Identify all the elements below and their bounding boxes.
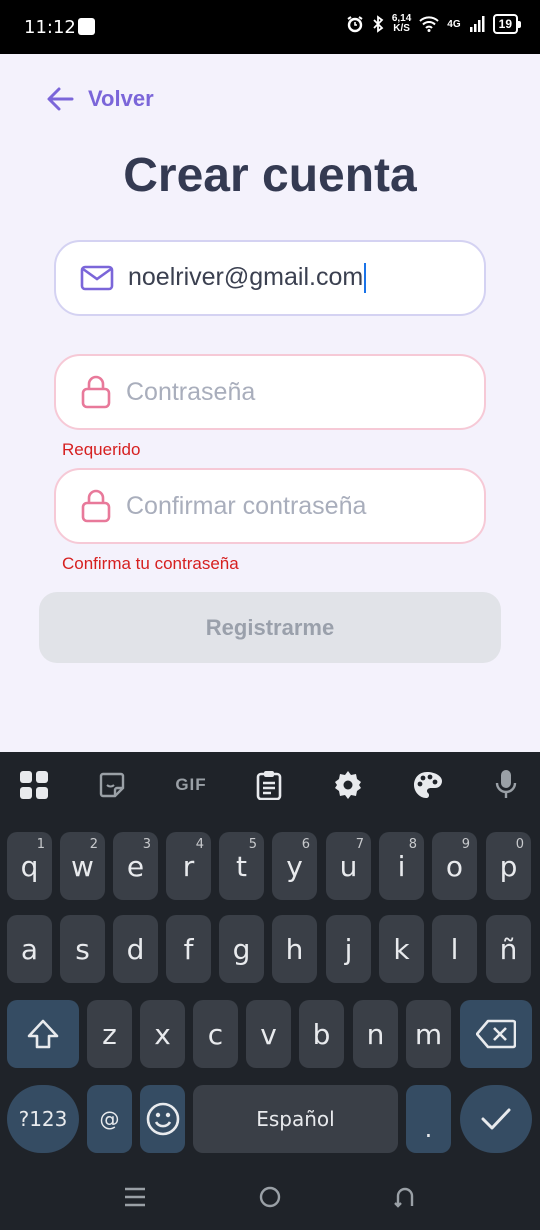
key-h[interactable]: h: [272, 915, 317, 983]
network-type: 4G: [447, 18, 461, 30]
recent-apps-icon[interactable]: [124, 1186, 146, 1208]
bluetooth-icon: [373, 15, 384, 33]
key-v[interactable]: v: [246, 1000, 291, 1068]
key-a[interactable]: a: [7, 915, 52, 983]
period-key[interactable]: .: [406, 1085, 451, 1153]
key-k[interactable]: k: [379, 915, 424, 983]
key-n[interactable]: n: [353, 1000, 398, 1068]
emoji-key[interactable]: [140, 1085, 185, 1153]
register-button[interactable]: Registrarme: [39, 592, 501, 663]
key-u[interactable]: 7u: [326, 832, 371, 900]
gif-icon[interactable]: GIF: [172, 769, 210, 801]
key-n-tilde[interactable]: ñ: [486, 915, 531, 983]
back-button[interactable]: Volver: [46, 86, 154, 112]
key-q[interactable]: 1q: [7, 832, 52, 900]
key-g[interactable]: g: [219, 915, 264, 983]
text-cursor: [364, 263, 367, 294]
network-speed: 6,14 K/S: [391, 13, 412, 34]
email-field[interactable]: noelriver@gmail.com: [54, 240, 486, 316]
key-y[interactable]: 6y: [272, 832, 317, 900]
sticker-icon[interactable]: [96, 769, 128, 801]
key-e[interactable]: 3e: [113, 832, 158, 900]
key-p[interactable]: 0p: [486, 832, 531, 900]
keyboard-toolbar: GIF: [0, 752, 540, 816]
key-f[interactable]: f: [166, 915, 211, 983]
lock-icon: [81, 489, 111, 523]
confirm-password-error: Confirma tu contraseña: [62, 554, 239, 573]
key-z[interactable]: z: [87, 1000, 132, 1068]
status-icons: 6,14 K/S 4G 19: [346, 13, 522, 34]
key-x[interactable]: x: [140, 1000, 185, 1068]
key-d[interactable]: d: [113, 915, 158, 983]
alarm-icon: [347, 16, 363, 33]
wifi-icon: [419, 16, 439, 32]
clipboard-icon[interactable]: [253, 769, 285, 801]
key-l[interactable]: l: [432, 915, 477, 983]
status-bar: 11:12 6,14 K/S 4G 19: [0, 0, 540, 54]
palette-icon[interactable]: [411, 769, 443, 801]
key-j[interactable]: j: [326, 915, 371, 983]
key-m[interactable]: m: [406, 1000, 451, 1068]
notification-icon: [78, 18, 95, 35]
arrow-left-icon: [47, 87, 74, 111]
at-key[interactable]: @: [87, 1085, 132, 1153]
symbols-key[interactable]: ?123: [7, 1085, 79, 1153]
back-label: Volver: [88, 86, 154, 111]
battery-icon: 19: [492, 14, 522, 34]
page-title: Crear cuenta: [123, 149, 417, 202]
navigation-bar: [0, 1168, 540, 1230]
status-time: 11:12: [24, 17, 76, 38]
mail-icon: [80, 265, 114, 291]
key-r[interactable]: 4r: [166, 832, 211, 900]
back-nav-icon[interactable]: [394, 1186, 416, 1208]
key-s[interactable]: s: [60, 915, 105, 983]
key-b[interactable]: b: [299, 1000, 344, 1068]
confirm-password-field[interactable]: Confirmar contraseña: [54, 468, 486, 544]
key-c[interactable]: c: [193, 1000, 238, 1068]
keyboard: GIF 1q 2w 3e 4r 5t 6y 7u 8i 9o 0p a s d …: [0, 752, 540, 1230]
key-o[interactable]: 9o: [432, 832, 477, 900]
key-w[interactable]: 2w: [60, 832, 105, 900]
home-icon[interactable]: [259, 1186, 281, 1208]
confirm-password-placeholder: Confirmar contraseña: [126, 491, 367, 520]
enter-key[interactable]: [460, 1085, 532, 1153]
space-key[interactable]: Español: [193, 1085, 398, 1153]
emoji-icon: [146, 1102, 179, 1136]
shift-icon: [27, 1019, 59, 1049]
key-i[interactable]: 8i: [379, 832, 424, 900]
password-placeholder: Contraseña: [126, 377, 256, 406]
backspace-key[interactable]: [460, 1000, 532, 1068]
checkmark-icon: [481, 1108, 511, 1130]
backspace-icon: [476, 1019, 516, 1049]
email-input-value: noelriver@gmail.com: [128, 262, 364, 291]
lock-icon: [81, 375, 111, 409]
shift-key[interactable]: [7, 1000, 79, 1068]
microphone-icon[interactable]: [490, 769, 522, 801]
key-t[interactable]: 5t: [219, 832, 264, 900]
apps-grid-icon[interactable]: [18, 769, 50, 801]
signal-icon: [469, 16, 485, 32]
password-field[interactable]: Contraseña: [54, 354, 486, 430]
password-error: Requerido: [62, 440, 141, 459]
settings-icon[interactable]: [332, 769, 364, 801]
